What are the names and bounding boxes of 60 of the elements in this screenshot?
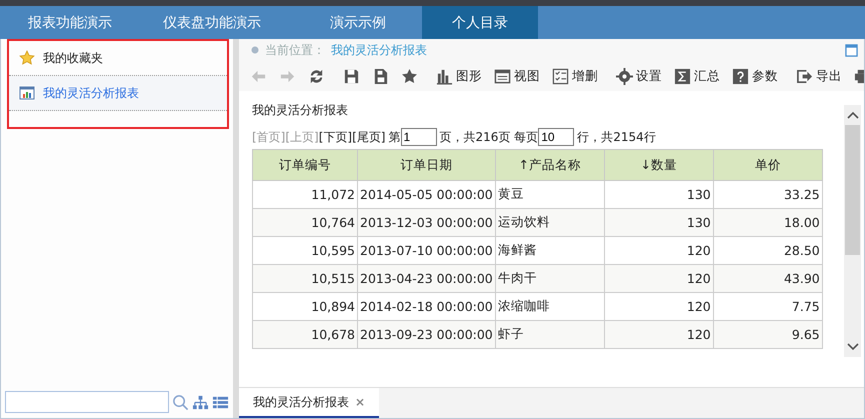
table-cell: 10,678 bbox=[252, 320, 358, 348]
export-icon bbox=[796, 68, 813, 84]
table-cell: 运动饮料 bbox=[495, 208, 604, 236]
table-cell: 10,515 bbox=[252, 264, 358, 292]
table-cell: 43.90 bbox=[713, 264, 822, 292]
report-icon bbox=[19, 85, 35, 101]
column-header[interactable]: 订单编号 bbox=[252, 150, 358, 180]
bullet-icon bbox=[251, 46, 259, 54]
sidebar-item[interactable]: 我的灵活分析报表 bbox=[9, 76, 227, 111]
search-icon[interactable] bbox=[172, 394, 189, 410]
table-cell: 牛肉干 bbox=[495, 264, 604, 292]
nav-tab[interactable]: 个人目录 bbox=[422, 6, 538, 39]
bar-chart-icon bbox=[436, 68, 453, 84]
search-field[interactable] bbox=[5, 391, 169, 413]
page-size-field[interactable]: 10 bbox=[538, 128, 574, 146]
column-header[interactable]: 单价 bbox=[713, 150, 822, 180]
pager-text: 行，共2154行 bbox=[577, 128, 656, 146]
pager-link[interactable]: [下页] bbox=[318, 128, 352, 146]
pager-link[interactable]: [尾页] bbox=[352, 128, 386, 146]
column-header[interactable]: ↓数量 bbox=[604, 150, 714, 180]
column-header[interactable]: 订单日期 bbox=[358, 150, 496, 180]
column-header[interactable]: ↑产品名称 bbox=[495, 150, 604, 180]
pager-text: 第 bbox=[388, 128, 400, 146]
toolbar-button[interactable]: 图形 bbox=[433, 68, 485, 84]
table-cell: 2013-04-23 00:00:00 bbox=[358, 264, 496, 292]
table-cell: 虾子 bbox=[495, 320, 604, 348]
pager-text: 页，共216页 每页 bbox=[440, 128, 538, 146]
close-icon[interactable]: × bbox=[355, 395, 366, 409]
maximize-icon[interactable] bbox=[845, 44, 858, 56]
table-cell: 2013-09-23 00:00:00 bbox=[358, 320, 496, 348]
star-icon bbox=[19, 50, 35, 66]
table-cell: 120 bbox=[604, 264, 714, 292]
table-cell: 120 bbox=[604, 320, 714, 348]
tree-icon[interactable] bbox=[192, 394, 209, 410]
table-cell: 18.00 bbox=[713, 208, 822, 236]
table-cell: 2013-12-03 00:00:00 bbox=[358, 208, 496, 236]
table-cell: 10,764 bbox=[252, 208, 358, 236]
table-cell: 130 bbox=[604, 208, 714, 236]
toolbar-button[interactable]: 导出 bbox=[793, 68, 845, 84]
checklist-icon bbox=[552, 68, 569, 84]
toolbar-button[interactable]: 参数 bbox=[729, 68, 781, 84]
toolbar-button[interactable]: 增删 bbox=[549, 68, 601, 84]
page-field[interactable]: 1 bbox=[400, 128, 436, 146]
breadcrumb-label: 当前位置： bbox=[265, 42, 325, 58]
toolbar-button[interactable]: 汇总 bbox=[671, 68, 723, 84]
window-icon bbox=[494, 68, 511, 84]
nav-tab[interactable]: 报表功能演示 bbox=[10, 6, 130, 39]
scrollbar[interactable] bbox=[844, 105, 861, 357]
toolbar-button[interactable]: 视图 bbox=[491, 68, 543, 84]
settings-icon bbox=[616, 68, 633, 84]
question-icon bbox=[732, 68, 749, 84]
sigma-icon bbox=[674, 68, 691, 84]
nav-tab[interactable]: 演示示例 bbox=[294, 6, 422, 39]
scroll-down-icon[interactable] bbox=[846, 343, 858, 351]
table-cell: 9.65 bbox=[713, 320, 822, 348]
report-title: 我的灵活分析报表 bbox=[252, 102, 349, 119]
scroll-up-icon[interactable] bbox=[846, 111, 858, 119]
document-tab[interactable]: 我的灵活分析报表 × bbox=[239, 388, 380, 418]
nav-tab[interactable]: 仪表盘功能演示 bbox=[130, 6, 294, 39]
toolbar-button[interactable]: 设置 bbox=[613, 68, 665, 84]
